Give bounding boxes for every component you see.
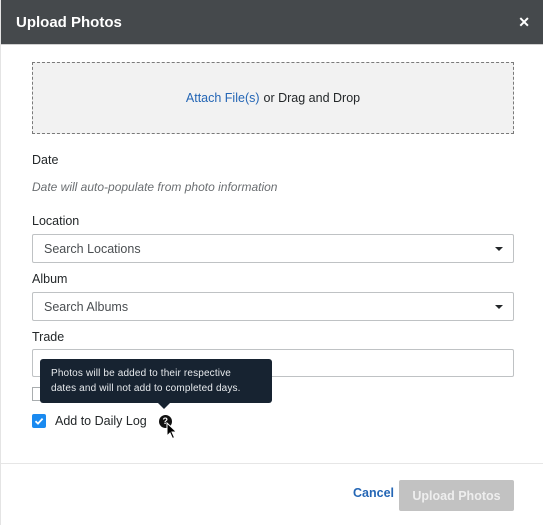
upload-photos-button[interactable]: Upload Photos bbox=[399, 480, 514, 511]
date-label: Date bbox=[32, 153, 59, 167]
upload-photos-modal: Upload Photos ✕ Attach File(s) or Drag a… bbox=[0, 0, 543, 525]
modal-header: Upload Photos ✕ bbox=[1, 0, 543, 45]
checkmark-icon bbox=[34, 417, 44, 425]
modal-title: Upload Photos bbox=[16, 13, 122, 31]
cancel-button[interactable]: Cancel bbox=[353, 486, 394, 500]
drag-drop-text: or Drag and Drop bbox=[263, 91, 361, 105]
date-hint: Date will auto-populate from photo infor… bbox=[32, 180, 278, 194]
footer-divider bbox=[1, 463, 543, 464]
mouse-cursor-icon bbox=[166, 422, 178, 440]
file-dropzone[interactable]: Attach File(s) or Drag and Drop bbox=[32, 62, 514, 134]
daily-log-option: Add to Daily Log ? bbox=[32, 414, 172, 428]
chevron-down-icon bbox=[495, 304, 503, 309]
close-icon[interactable]: ✕ bbox=[518, 15, 530, 29]
daily-log-tooltip: Photos will be added to their respective… bbox=[40, 359, 272, 409]
trade-label: Trade bbox=[32, 330, 65, 344]
album-label: Album bbox=[32, 272, 68, 286]
album-placeholder: Search Albums bbox=[44, 299, 129, 314]
location-placeholder: Search Locations bbox=[44, 241, 141, 256]
location-select[interactable]: Search Locations bbox=[32, 234, 514, 263]
daily-log-checkbox[interactable] bbox=[32, 414, 46, 428]
location-label: Location bbox=[32, 214, 80, 228]
attach-files-link[interactable]: Attach File(s) bbox=[186, 91, 260, 105]
daily-log-label: Add to Daily Log bbox=[55, 414, 147, 428]
chevron-down-icon bbox=[495, 246, 503, 251]
tooltip-line-1: Photos will be added to their respective bbox=[51, 368, 231, 379]
tooltip-line-2: dates and will not add to completed days… bbox=[51, 383, 241, 394]
album-select[interactable]: Search Albums bbox=[32, 292, 514, 321]
